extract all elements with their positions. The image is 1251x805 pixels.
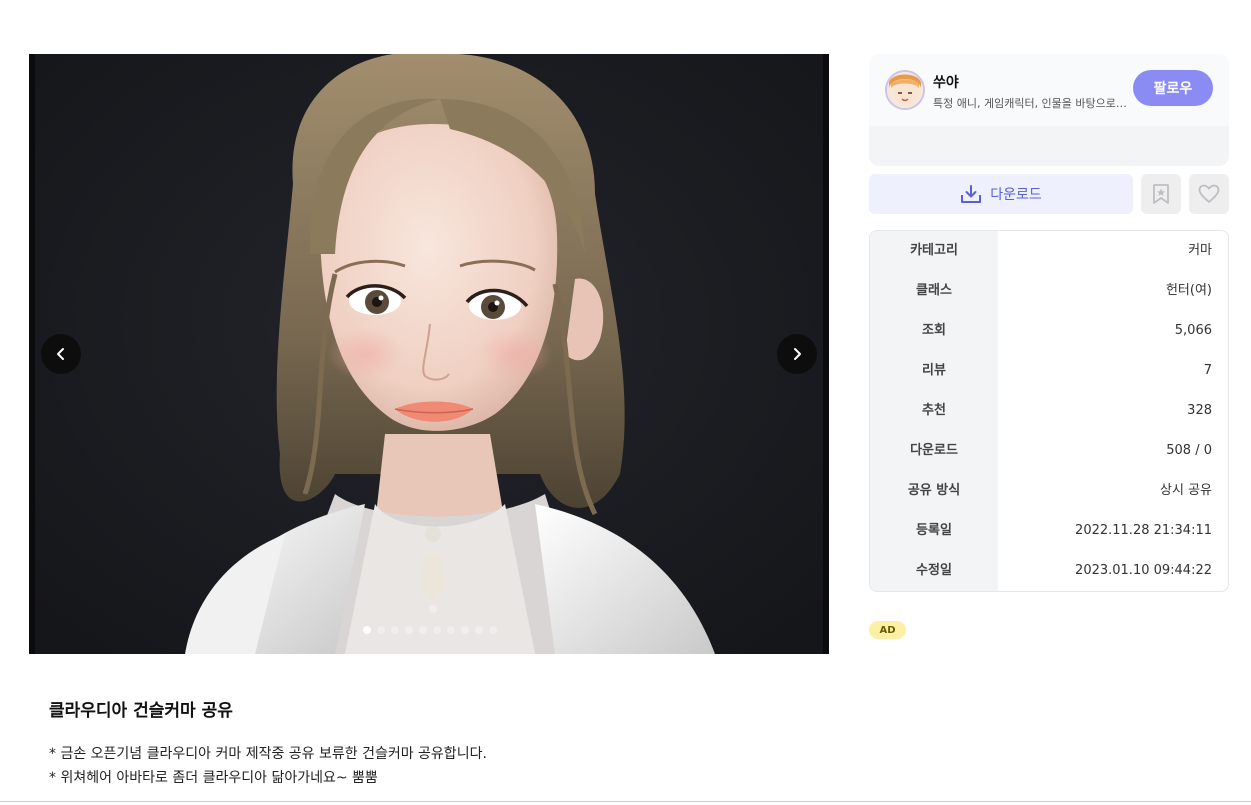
info-value: 5,066 [1174,323,1212,338]
carousel-dot[interactable] [447,626,455,634]
info-label: 공유 방식 [907,483,961,498]
download-button[interactable]: 다운로드 [869,174,1133,214]
character-image [35,54,823,654]
info-row-modified: 수정일 2023.01.10 09:44:22 [870,551,1228,591]
info-label: 추천 [922,403,946,418]
info-label: 등록일 [916,523,952,538]
post-body-line: * 위쳐헤어 아바타로 좀더 클라우디아 닮아가네요~ 뿜뿜 [49,770,378,786]
carousel-dot[interactable] [363,626,371,634]
info-value: 2023.01.10 09:44:22 [1075,563,1212,578]
info-table: 카테고리 커마 클래스 헌터(여) 조회 5,066 리뷰 7 추천 328 다… [869,230,1229,592]
info-value: 508 / 0 [1166,443,1212,458]
info-value: 상시 공유 [1160,483,1212,498]
info-value: 커마 [1188,243,1212,258]
carousel-pagination [363,626,497,634]
info-label: 카테고리 [910,243,958,258]
carousel-dot[interactable] [433,626,441,634]
carousel-dot[interactable] [405,626,413,634]
like-button[interactable] [1189,174,1229,214]
author-name[interactable]: 쑤야 [933,72,959,92]
carousel-dot[interactable] [419,626,427,634]
info-row-share-type: 공유 방식 상시 공유 [870,471,1228,511]
post-body-line: * 금손 오픈기념 클라우디아 커마 제작중 공유 보류한 건슬커마 공유합니다… [49,746,487,762]
carousel-dot[interactable] [489,626,497,634]
info-row-views: 조회 5,066 [870,311,1228,351]
info-row-downloads: 다운로드 508 / 0 [870,431,1228,471]
download-icon [961,185,982,203]
info-label: 리뷰 [922,363,946,378]
divider [0,801,1251,802]
carousel-dot[interactable] [391,626,399,634]
carousel-next-button[interactable] [777,334,817,374]
carousel-dot[interactable] [377,626,385,634]
info-label: 수정일 [916,563,952,578]
ad-badge: AD [869,621,906,639]
info-value: 7 [1203,363,1212,378]
avatar[interactable] [885,70,925,110]
info-row-created: 등록일 2022.11.28 21:34:11 [870,511,1228,551]
info-row-category: 카테고리 커마 [870,231,1228,271]
info-value: 2022.11.28 21:34:11 [1075,523,1212,538]
info-value: 헌터(여) [1165,283,1212,298]
info-row-recommend: 추천 328 [870,391,1228,431]
carousel-dot[interactable] [461,626,469,634]
info-value: 328 [1187,403,1212,418]
info-row-reviews: 리뷰 7 [870,351,1228,391]
follow-button[interactable]: 팔로우 [1133,70,1213,106]
post-title: 클라우디아 건슬커마 공유 [49,701,233,721]
info-row-class: 클래스 헌터(여) [870,271,1228,311]
info-label: 조회 [922,323,946,338]
info-label: 다운로드 [910,443,958,458]
avatar-image [887,72,923,108]
author-description: 특정 애니, 게임캐릭터, 인물을 바탕으로 커마를 만듭니다 [933,97,1128,110]
chevron-left-icon [57,348,64,360]
download-label: 다운로드 [990,187,1042,203]
chevron-right-icon [794,348,801,360]
post-body: * 금손 오픈기념 클라우디아 커마 제작중 공유 보류한 건슬커마 공유합니다… [49,742,487,790]
carousel-prev-button[interactable] [41,334,81,374]
carousel-dot[interactable] [475,626,483,634]
info-label: 클래스 [916,283,952,298]
image-carousel[interactable] [29,54,829,654]
heart-icon [1198,184,1220,203]
author-card: 쑤야 특정 애니, 게임캐릭터, 인물을 바탕으로 커마를 만듭니다 팔로우 [869,54,1229,166]
bookmark-button[interactable] [1141,174,1181,214]
bookmark-icon [1153,184,1169,204]
